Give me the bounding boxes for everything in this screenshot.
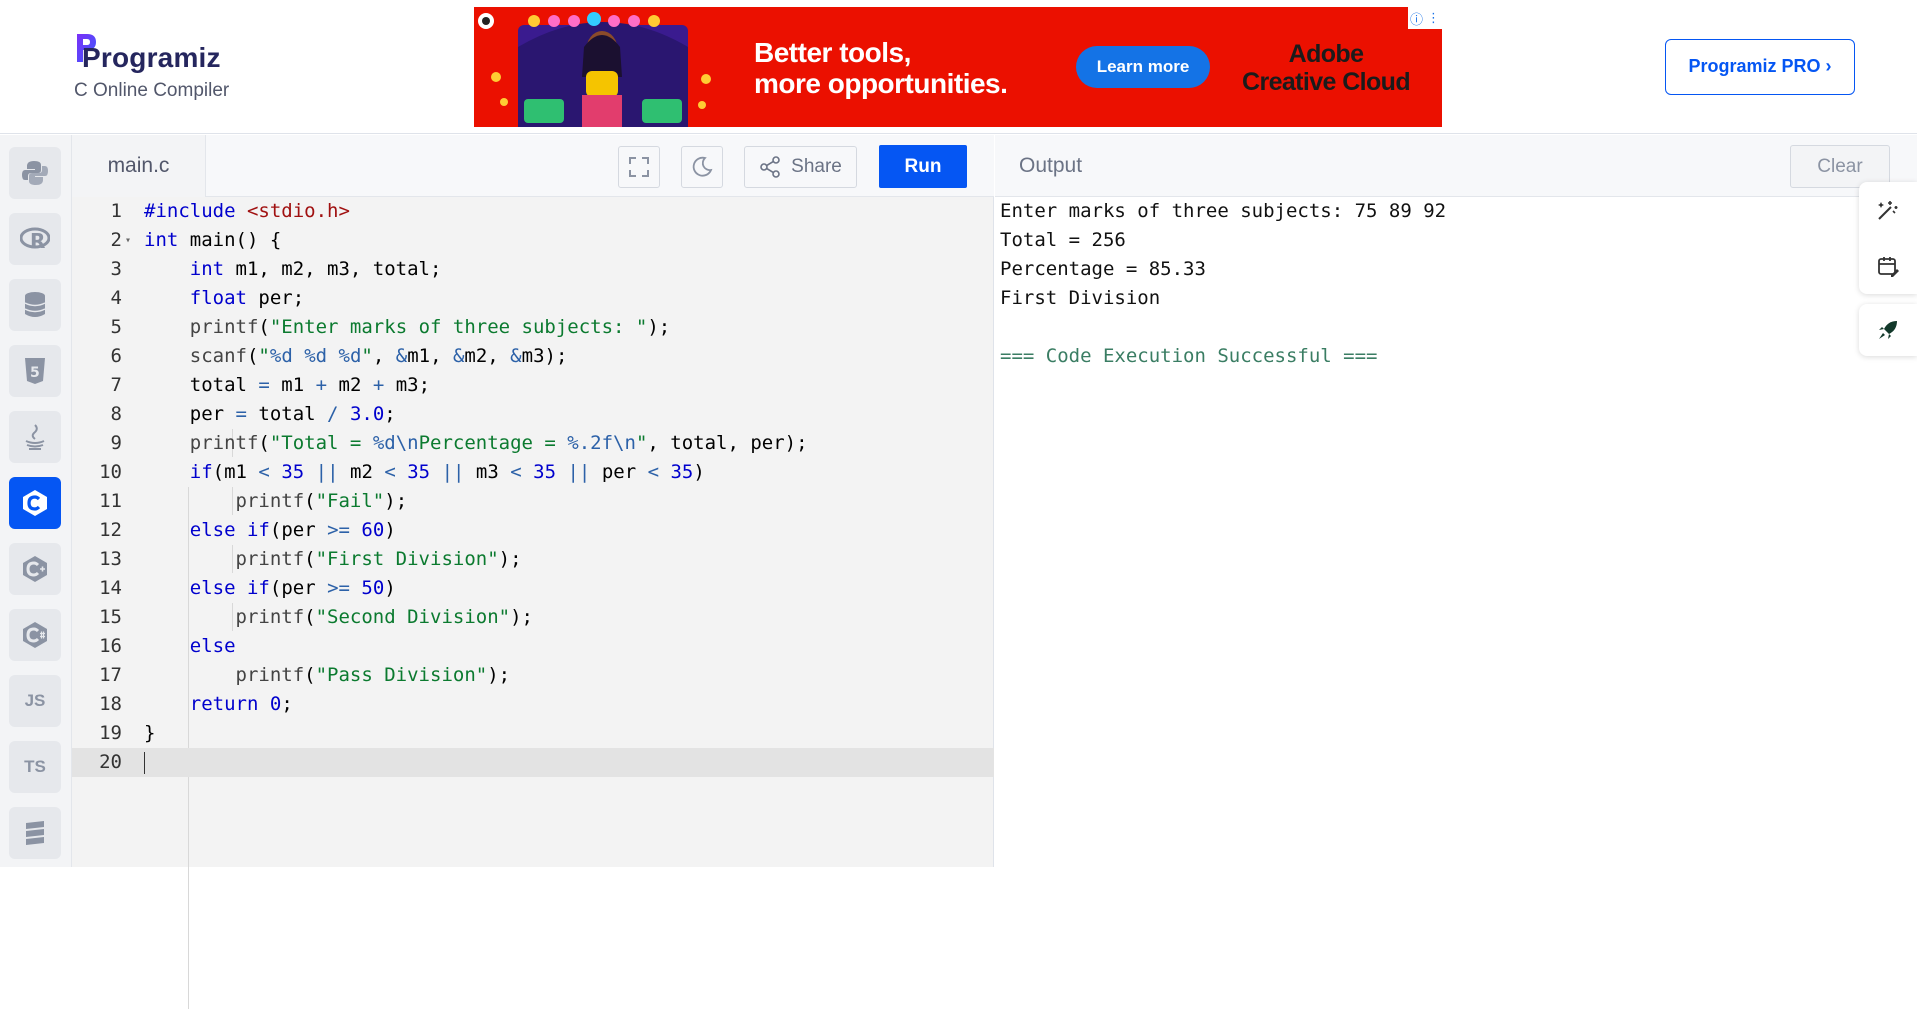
share-label: Share — [791, 156, 842, 177]
run-button[interactable]: Run — [879, 145, 967, 188]
database-icon — [24, 292, 46, 317]
code-line: 14 else if(per >= 50) — [99, 577, 396, 599]
sidebar-item-cpp[interactable] — [9, 543, 61, 595]
output-console[interactable]: Enter marks of three subjects: 75 89 92 … — [995, 197, 1917, 867]
fold-arrow-icon[interactable]: ▾ — [125, 226, 131, 255]
svg-text:R: R — [30, 229, 45, 252]
code-line: 2 ▾ int main() { — [72, 226, 994, 255]
code-line: 12 else if(per >= 60) — [99, 519, 396, 541]
brand-name: Programiz — [82, 42, 221, 73]
theme-toggle-button[interactable] — [681, 146, 723, 188]
java-icon — [25, 424, 45, 450]
sidebar-item-html[interactable]: 5 — [9, 345, 61, 397]
magic-wand-button[interactable] — [1859, 182, 1917, 238]
ad-brand: Adobe Creative Cloud — [1241, 40, 1411, 96]
code-line: 8 per = total / 3.0; — [110, 403, 396, 425]
code-line: 11 printf("Fail"); — [99, 490, 408, 512]
ai-tools-card — [1859, 182, 1917, 294]
ad-info-bar[interactable]: ⓘ ⋮ — [1408, 7, 1442, 29]
info-icon[interactable]: ⓘ — [1410, 9, 1423, 28]
ad-learn-more-button[interactable]: Learn more — [1076, 46, 1210, 88]
share-icon — [760, 156, 780, 178]
top-header: Programiz C Online Compiler Better tools… — [0, 0, 1917, 134]
execution-status: === Code Execution Successful === — [1000, 345, 1378, 367]
rocket-button[interactable] — [1859, 304, 1917, 356]
magic-wand-icon — [1878, 201, 1898, 220]
code-line: 1 #include <stdio.h> — [110, 200, 350, 222]
programiz-pro-button[interactable]: Programiz PRO › — [1665, 39, 1855, 95]
sidebar-item-c[interactable] — [9, 477, 61, 529]
language-sidebar: R 5 JS TS — [0, 135, 72, 867]
cpp-icon — [23, 556, 47, 582]
output-toolbar: Output Clear — [995, 135, 1917, 197]
code-line: 13 printf("First Division"); — [99, 548, 522, 570]
sidebar-item-python[interactable] — [9, 147, 61, 199]
code-line: 9 printf("Total = %d\nPercentage = %.2f\… — [110, 432, 808, 454]
sidebar-item-java[interactable] — [9, 411, 61, 463]
code-line: 7 total = m1 + m2 + m3; — [110, 374, 431, 396]
c-icon — [23, 490, 47, 516]
schedule-button[interactable] — [1859, 238, 1917, 294]
code-line: 16 else — [99, 635, 236, 657]
code-line: 5 printf("Enter marks of three subjects:… — [110, 316, 671, 338]
boost-card — [1859, 304, 1917, 356]
code-line: 19} — [99, 722, 156, 744]
ad-headline: Better tools, more opportunities. — [754, 37, 1008, 99]
sidebar-item-r[interactable]: R — [9, 213, 61, 265]
html5-icon: 5 — [25, 358, 45, 384]
csharp-icon — [23, 622, 47, 648]
output-line: Percentage = 85.33 — [1000, 258, 1206, 280]
svg-text:5: 5 — [30, 365, 40, 381]
calendar-edit-icon — [1878, 257, 1899, 277]
moon-icon — [692, 156, 713, 177]
fullscreen-button[interactable] — [618, 146, 660, 188]
page-subtitle: C Online Compiler — [74, 80, 230, 101]
file-tab-main-c[interactable]: main.c — [72, 135, 206, 197]
code-line: 6 scanf("%d %d %d", &m1, &m2, &m3); — [110, 345, 568, 367]
stack-icon — [26, 821, 44, 845]
output-line: Total = 256 — [1000, 229, 1126, 251]
output-line: First Division — [1000, 287, 1161, 309]
code-line-current[interactable]: 20 — [72, 748, 994, 777]
programiz-logo[interactable]: Programiz — [74, 30, 221, 73]
output-title: Output — [1019, 154, 1083, 177]
sidebar-item-sql[interactable] — [9, 279, 61, 331]
text-cursor — [144, 752, 145, 774]
share-button[interactable]: Share — [744, 146, 857, 188]
sidebar-item-more[interactable] — [9, 807, 61, 859]
python-icon — [22, 161, 48, 185]
editor-toolbar: main.c Share Run — [72, 135, 994, 197]
code-line: 15 printf("Second Division"); — [99, 606, 533, 628]
code-editor[interactable]: 1 #include <stdio.h> 2 ▾ int main() { 3 int… — [72, 197, 994, 1009]
code-line: 10 if(m1 < 35 || m2 < 35 || m3 < 35 || p… — [99, 461, 705, 483]
sidebar-item-csharp[interactable] — [9, 609, 61, 661]
advertisement-banner[interactable]: Better tools, more opportunities. Learn … — [474, 7, 1442, 127]
ad-illustration — [478, 12, 711, 127]
more-vertical-icon[interactable]: ⋮ — [1427, 10, 1440, 26]
rocket-icon — [1879, 321, 1897, 339]
sidebar-item-typescript[interactable]: TS — [9, 741, 61, 793]
line-number: 20 — [99, 751, 122, 773]
code-line: 4 float per; — [110, 287, 305, 309]
sidebar-item-javascript[interactable]: JS — [9, 675, 61, 727]
fullscreen-icon — [629, 157, 649, 177]
code-line: 17 printf("Pass Division"); — [99, 664, 511, 686]
output-line: Enter marks of three subjects: 75 89 92 — [1000, 200, 1447, 222]
code-line: 18 return 0; — [99, 693, 293, 715]
r-icon: R — [20, 227, 50, 252]
code-line: 3 int m1, m2, m3, total; — [110, 258, 442, 280]
